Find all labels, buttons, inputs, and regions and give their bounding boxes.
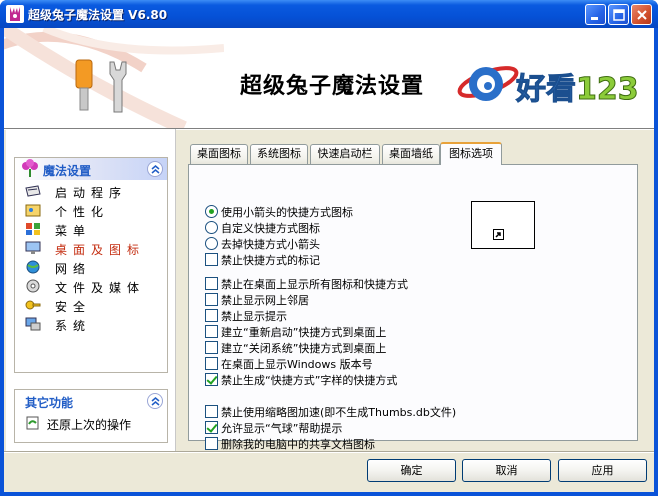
sidebar-item-personalize[interactable]: 个性化: [15, 201, 167, 220]
apply-button[interactable]: 应用: [558, 459, 647, 482]
icon-options-panel: 使用小箭头的快捷方式图标 自定义快捷方式图标 去掉快捷方式小箭头 禁止快捷方式的…: [188, 164, 638, 451]
other-functions-group: 其它功能 还原上次的操作: [14, 389, 168, 443]
close-icon: [637, 10, 647, 20]
tab-desktop-icons[interactable]: 桌面图标: [190, 144, 248, 164]
banner-title: 超级兔子魔法设置: [240, 73, 425, 99]
shortcut-arrow-icon: [493, 229, 504, 240]
logo-number: 123: [576, 72, 640, 108]
magic-settings-header[interactable]: 魔法设置: [15, 158, 167, 180]
checkbox[interactable]: [205, 373, 218, 386]
tab-icon-options[interactable]: 图标选项: [440, 142, 502, 165]
checkbox[interactable]: [205, 309, 218, 322]
checkbox[interactable]: [205, 341, 218, 354]
window-title: 超级兔子魔法设置 V6.80: [28, 8, 168, 22]
option-label: 禁止显示网上邻居: [221, 294, 309, 307]
tab-quick-launch[interactable]: 快速启动栏: [310, 144, 380, 164]
option-label: 在桌面上显示Windows 版本号: [221, 358, 373, 371]
option-label: 建立“关闭系统”快捷方式到桌面上: [221, 342, 387, 355]
flower-icon: [22, 159, 38, 177]
radio-button[interactable]: [205, 237, 218, 250]
startup-icon: [25, 185, 41, 197]
tab-wallpaper[interactable]: 桌面墙纸: [382, 144, 440, 164]
checkbox[interactable]: [205, 437, 218, 450]
close-button[interactable]: [631, 4, 652, 25]
personalize-icon: [25, 204, 41, 217]
sidebar-item-label: 网络: [55, 262, 92, 276]
sidebar-item-label: 安全: [55, 300, 92, 314]
magic-settings-group: 魔法设置 启动程序 个性化 菜单 桌面及图标 网络 文件及媒体 安全 系统: [14, 157, 168, 373]
option-label: 禁止在桌面上显示所有图标和快捷方式: [221, 278, 408, 291]
restore-icon: [26, 416, 39, 430]
restore-label: 还原上次的操作: [47, 418, 132, 432]
sidebar-item-label: 启动程序: [55, 186, 128, 200]
sidebar-item-network[interactable]: 网络: [15, 258, 167, 277]
title-bar[interactable]: 超级兔子魔法设置 V6.80: [0, 0, 658, 28]
magic-settings-title: 魔法设置: [43, 164, 92, 178]
banner: 超级兔子魔法设置 好看123: [4, 28, 654, 128]
cancel-button[interactable]: 取消: [462, 459, 551, 482]
sidebar-item-label: 个性化: [55, 205, 110, 219]
option-label: 建立“重新启动”快捷方式到桌面上: [221, 326, 387, 339]
option-label: 允许显示“气球”帮助提示: [221, 422, 343, 435]
option-label: 禁止使用缩略图加速(即不生成Thumbs.db文件): [221, 406, 457, 419]
option-label: 禁止快捷方式的标记: [221, 254, 320, 267]
logo-text: 好看123: [516, 72, 640, 108]
maximize-icon: [613, 9, 625, 21]
checkbox[interactable]: [205, 357, 218, 370]
minimize-button[interactable]: [585, 4, 606, 25]
sidebar: 魔法设置 启动程序 个性化 菜单 桌面及图标 网络 文件及媒体 安全 系统 其它…: [6, 129, 176, 451]
file-media-icon: [26, 279, 40, 293]
option-label: 自定义快捷方式图标: [221, 222, 320, 235]
sidebar-item-label: 桌面及图标: [55, 243, 146, 257]
option-label: 删除我的电脑中的共享文档图标: [221, 438, 375, 451]
sidebar-item-security[interactable]: 安全: [15, 296, 167, 315]
security-icon: [25, 300, 41, 310]
app-window: 超级兔子魔法设置 V6.80 超级兔子魔法设置 好看123 魔法设置 启动程序 …: [0, 0, 658, 496]
system-icon: [25, 317, 41, 331]
sidebar-item-file-media[interactable]: 文件及媒体: [15, 277, 167, 296]
sidebar-item-menu[interactable]: 菜单: [15, 220, 167, 239]
checkbox[interactable]: [205, 325, 218, 338]
maximize-button[interactable]: [608, 4, 629, 25]
sidebar-item-system[interactable]: 系统: [15, 315, 167, 334]
tools-icon: [75, 59, 127, 113]
checkbox[interactable]: [205, 405, 218, 418]
sidebar-item-label: 菜单: [55, 224, 92, 238]
sidebar-item-startup[interactable]: 启动程序: [15, 182, 167, 201]
sidebar-item-label: 系统: [55, 319, 92, 333]
collapse-chevron-icon[interactable]: [147, 161, 163, 177]
sidebar-item-label: 文件及媒体: [55, 281, 146, 295]
option-label: 去掉快捷方式小箭头: [221, 238, 320, 251]
checkbox[interactable]: [205, 421, 218, 434]
other-functions-header[interactable]: 其它功能: [15, 390, 167, 412]
restore-last-operation[interactable]: 还原上次的操作: [15, 412, 167, 434]
option-label: 禁止显示提示: [221, 310, 287, 323]
desktop-icons-icon: [25, 241, 41, 254]
nav-list: 启动程序 个性化 菜单 桌面及图标 网络 文件及媒体 安全 系统: [15, 180, 167, 338]
sidebar-item-desktop-icons[interactable]: 桌面及图标: [15, 239, 167, 258]
radio-button[interactable]: [205, 205, 218, 218]
option-label: 禁止生成“快捷方式”字样的快捷方式: [221, 374, 398, 387]
minimize-icon: [591, 17, 598, 20]
radio-button[interactable]: [205, 221, 218, 234]
brand-logo: 好看123: [456, 42, 652, 122]
ok-button[interactable]: 确定: [367, 459, 456, 482]
menu-icon: [26, 223, 40, 235]
shortcut-preview: [471, 201, 535, 249]
window-client: 超级兔子魔法设置 好看123 魔法设置 启动程序 个性化 菜单 桌面及图标 网络…: [4, 28, 654, 492]
collapse-chevron-icon[interactable]: [147, 393, 163, 409]
option-label: 使用小箭头的快捷方式图标: [221, 206, 353, 219]
checkbox[interactable]: [205, 277, 218, 290]
footer-divider: [4, 451, 654, 453]
checkbox[interactable]: [205, 253, 218, 266]
rabbit-app-icon: [6, 5, 24, 23]
checkbox[interactable]: [205, 293, 218, 306]
network-icon: [26, 260, 40, 274]
tab-system-icons[interactable]: 系统图标: [250, 144, 308, 164]
other-functions-title: 其它功能: [25, 396, 74, 410]
